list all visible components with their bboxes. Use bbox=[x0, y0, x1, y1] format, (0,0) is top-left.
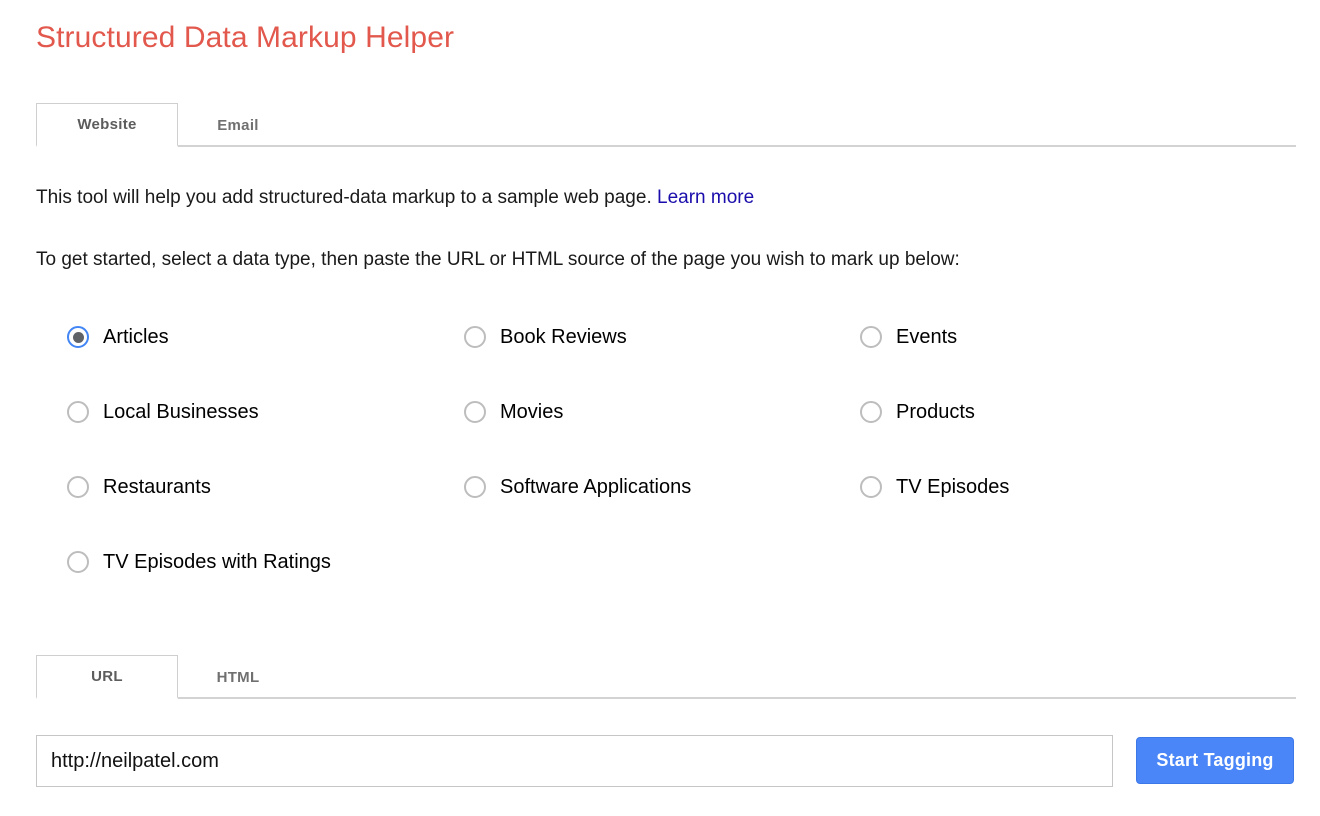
radio-indicator[interactable] bbox=[67, 401, 89, 423]
radio-indicator[interactable] bbox=[464, 476, 486, 498]
radio-option-book-reviews[interactable]: Book Reviews bbox=[464, 316, 627, 358]
data-type-radio-group: Articles Book Reviews Events Local Busin… bbox=[36, 316, 1296, 616]
radio-label: Products bbox=[896, 401, 975, 423]
start-tagging-button[interactable]: Start Tagging bbox=[1136, 737, 1294, 784]
data-type-row: Local Businesses Movies Products bbox=[36, 391, 1296, 466]
url-entry-row: Start Tagging bbox=[36, 735, 1296, 787]
tab-html[interactable]: HTML bbox=[178, 655, 298, 699]
radio-label: Software Applications bbox=[500, 476, 692, 498]
radio-option-restaurants[interactable]: Restaurants bbox=[67, 466, 211, 508]
radio-option-products[interactable]: Products bbox=[860, 391, 975, 433]
radio-indicator[interactable] bbox=[464, 326, 486, 348]
url-input[interactable] bbox=[36, 735, 1113, 787]
radio-label: Events bbox=[896, 326, 958, 348]
tab-url[interactable]: URL bbox=[36, 655, 178, 699]
data-type-row: Restaurants Software Applications TV Epi… bbox=[36, 466, 1296, 541]
radio-dot-icon bbox=[72, 331, 84, 343]
intro-paragraph-1-text: This tool will help you add structured-d… bbox=[36, 187, 652, 208]
page-root: Structured Data Markup Helper Website Em… bbox=[0, 0, 1320, 816]
primary-tabs-row: Website Email bbox=[36, 103, 298, 147]
radio-indicator[interactable] bbox=[67, 326, 89, 348]
primary-tab-strip: Website Email bbox=[36, 103, 1296, 147]
data-type-row: Articles Book Reviews Events bbox=[36, 316, 1296, 391]
tab-email[interactable]: Email bbox=[178, 103, 298, 147]
radio-label: Movies bbox=[500, 401, 564, 423]
radio-option-local-businesses[interactable]: Local Businesses bbox=[67, 391, 259, 433]
intro-paragraph-2: To get started, select a data type, then… bbox=[36, 249, 960, 270]
radio-indicator[interactable] bbox=[860, 401, 882, 423]
radio-label: Book Reviews bbox=[500, 326, 627, 348]
radio-option-movies[interactable]: Movies bbox=[464, 391, 563, 433]
radio-option-software-applications[interactable]: Software Applications bbox=[464, 466, 691, 508]
source-tab-strip: URL HTML bbox=[36, 655, 1296, 699]
radio-indicator[interactable] bbox=[67, 476, 89, 498]
learn-more-link[interactable]: Learn more bbox=[657, 187, 754, 208]
radio-label: Local Businesses bbox=[103, 401, 259, 423]
radio-indicator[interactable] bbox=[67, 551, 89, 573]
radio-indicator[interactable] bbox=[464, 401, 486, 423]
radio-option-events[interactable]: Events bbox=[860, 316, 957, 358]
radio-label: Restaurants bbox=[103, 476, 211, 498]
data-type-row: TV Episodes with Ratings bbox=[36, 541, 1296, 616]
page-title: Structured Data Markup Helper bbox=[36, 21, 455, 54]
radio-label: Articles bbox=[103, 326, 169, 348]
radio-option-tv-episodes[interactable]: TV Episodes bbox=[860, 466, 1009, 508]
tab-website[interactable]: Website bbox=[36, 103, 178, 147]
source-tabs-row: URL HTML bbox=[36, 655, 298, 699]
radio-label: TV Episodes bbox=[896, 476, 1010, 498]
radio-indicator[interactable] bbox=[860, 476, 882, 498]
intro-paragraph-1: This tool will help you add structured-d… bbox=[36, 186, 754, 210]
radio-indicator[interactable] bbox=[860, 326, 882, 348]
radio-label: TV Episodes with Ratings bbox=[103, 551, 331, 573]
radio-option-tv-episodes-with-ratings[interactable]: TV Episodes with Ratings bbox=[67, 541, 331, 583]
radio-option-articles[interactable]: Articles bbox=[67, 316, 169, 358]
